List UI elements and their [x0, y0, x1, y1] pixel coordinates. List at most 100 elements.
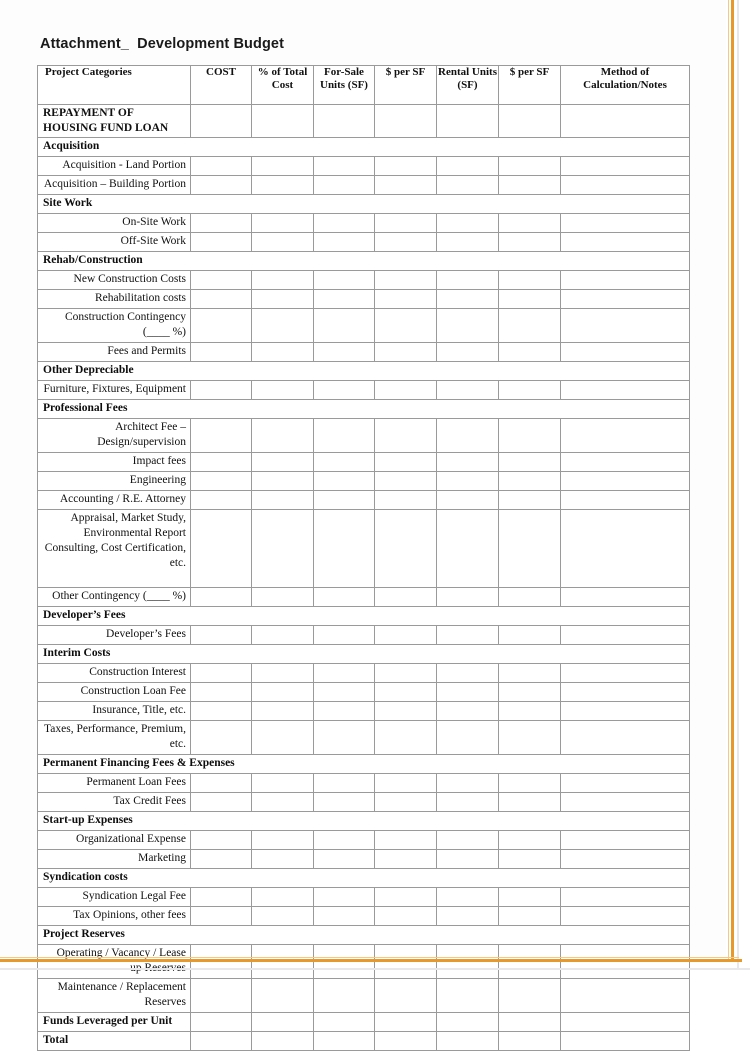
cell-method-of-calculation-notes[interactable] [560, 943, 690, 979]
cell-dollars-per-sf-for-sale[interactable] [374, 231, 437, 252]
cell-dollars-per-sf-rental[interactable] [498, 681, 561, 702]
cell-method-of-calculation-notes[interactable] [560, 470, 690, 491]
cell-dollars-per-sf-for-sale[interactable] [374, 379, 437, 400]
cell-rental-units-sf[interactable] [436, 719, 499, 755]
cell-dollars-per-sf-for-sale[interactable] [374, 1011, 437, 1032]
cell-rental-units-sf[interactable] [436, 470, 499, 491]
cell-percent-of-total-cost[interactable] [251, 772, 314, 793]
cell-for-sale-units-sf[interactable] [313, 489, 375, 510]
cell-dollars-per-sf-for-sale[interactable] [374, 662, 437, 683]
cell-for-sale-units-sf[interactable] [313, 341, 375, 362]
cell-percent-of-total-cost[interactable] [251, 977, 314, 1013]
cell-dollars-per-sf-for-sale[interactable] [374, 943, 437, 979]
cell-rental-units-sf[interactable] [436, 886, 499, 907]
cell-dollars-per-sf-for-sale[interactable] [374, 307, 437, 343]
cell-method-of-calculation-notes[interactable] [560, 977, 690, 1013]
cell-dollars-per-sf-rental[interactable] [498, 791, 561, 812]
cell-dollars-per-sf-for-sale[interactable] [374, 586, 437, 607]
cell-percent-of-total-cost[interactable] [251, 791, 314, 812]
cell-percent-of-total-cost[interactable] [251, 341, 314, 362]
cell-percent-of-total-cost[interactable] [251, 681, 314, 702]
cell-method-of-calculation-notes[interactable] [560, 905, 690, 926]
cell-cost[interactable] [190, 624, 252, 645]
cell-method-of-calculation-notes[interactable] [560, 681, 690, 702]
cell-method-of-calculation-notes[interactable] [560, 791, 690, 812]
cell-dollars-per-sf-for-sale[interactable] [374, 905, 437, 926]
cell-dollars-per-sf-for-sale[interactable] [374, 470, 437, 491]
cell-for-sale-units-sf[interactable] [313, 307, 375, 343]
cell-percent-of-total-cost[interactable] [251, 1030, 314, 1051]
cell-method-of-calculation-notes[interactable] [560, 719, 690, 755]
cell-percent-of-total-cost[interactable] [251, 104, 314, 138]
cell-method-of-calculation-notes[interactable] [560, 508, 690, 588]
cell-percent-of-total-cost[interactable] [251, 417, 314, 453]
cell-cost[interactable] [190, 269, 252, 290]
cell-percent-of-total-cost[interactable] [251, 379, 314, 400]
cell-cost[interactable] [190, 288, 252, 309]
cell-percent-of-total-cost[interactable] [251, 719, 314, 755]
cell-rental-units-sf[interactable] [436, 379, 499, 400]
cell-dollars-per-sf-rental[interactable] [498, 341, 561, 362]
cell-dollars-per-sf-for-sale[interactable] [374, 719, 437, 755]
cell-dollars-per-sf-rental[interactable] [498, 719, 561, 755]
cell-rental-units-sf[interactable] [436, 681, 499, 702]
cell-dollars-per-sf-for-sale[interactable] [374, 451, 437, 472]
cell-dollars-per-sf-rental[interactable] [498, 104, 561, 138]
cell-cost[interactable] [190, 379, 252, 400]
cell-dollars-per-sf-rental[interactable] [498, 662, 561, 683]
cell-rental-units-sf[interactable] [436, 212, 499, 233]
cell-percent-of-total-cost[interactable] [251, 886, 314, 907]
cell-dollars-per-sf-rental[interactable] [498, 1011, 561, 1032]
cell-cost[interactable] [190, 155, 252, 176]
cell-for-sale-units-sf[interactable] [313, 977, 375, 1013]
cell-rental-units-sf[interactable] [436, 508, 499, 588]
cell-rental-units-sf[interactable] [436, 155, 499, 176]
cell-rental-units-sf[interactable] [436, 307, 499, 343]
cell-for-sale-units-sf[interactable] [313, 155, 375, 176]
cell-for-sale-units-sf[interactable] [313, 212, 375, 233]
cell-method-of-calculation-notes[interactable] [560, 307, 690, 343]
cell-cost[interactable] [190, 848, 252, 869]
cell-dollars-per-sf-for-sale[interactable] [374, 624, 437, 645]
cell-for-sale-units-sf[interactable] [313, 943, 375, 979]
cell-dollars-per-sf-for-sale[interactable] [374, 489, 437, 510]
cell-for-sale-units-sf[interactable] [313, 586, 375, 607]
cell-rental-units-sf[interactable] [436, 700, 499, 721]
cell-percent-of-total-cost[interactable] [251, 508, 314, 588]
cell-for-sale-units-sf[interactable] [313, 508, 375, 588]
cell-percent-of-total-cost[interactable] [251, 269, 314, 290]
cell-percent-of-total-cost[interactable] [251, 905, 314, 926]
cell-cost[interactable] [190, 417, 252, 453]
cell-cost[interactable] [190, 829, 252, 850]
cell-dollars-per-sf-rental[interactable] [498, 212, 561, 233]
cell-for-sale-units-sf[interactable] [313, 1011, 375, 1032]
cell-dollars-per-sf-rental[interactable] [498, 379, 561, 400]
cell-method-of-calculation-notes[interactable] [560, 1030, 690, 1051]
cell-dollars-per-sf-for-sale[interactable] [374, 104, 437, 138]
cell-for-sale-units-sf[interactable] [313, 379, 375, 400]
cell-dollars-per-sf-rental[interactable] [498, 231, 561, 252]
cell-rental-units-sf[interactable] [436, 1030, 499, 1051]
cell-rental-units-sf[interactable] [436, 174, 499, 195]
cell-method-of-calculation-notes[interactable] [560, 700, 690, 721]
cell-dollars-per-sf-rental[interactable] [498, 417, 561, 453]
cell-cost[interactable] [190, 791, 252, 812]
cell-method-of-calculation-notes[interactable] [560, 212, 690, 233]
cell-method-of-calculation-notes[interactable] [560, 886, 690, 907]
cell-for-sale-units-sf[interactable] [313, 1030, 375, 1051]
cell-percent-of-total-cost[interactable] [251, 586, 314, 607]
cell-dollars-per-sf-for-sale[interactable] [374, 681, 437, 702]
cell-rental-units-sf[interactable] [436, 1011, 499, 1032]
cell-rental-units-sf[interactable] [436, 231, 499, 252]
cell-cost[interactable] [190, 681, 252, 702]
cell-method-of-calculation-notes[interactable] [560, 772, 690, 793]
cell-method-of-calculation-notes[interactable] [560, 174, 690, 195]
cell-dollars-per-sf-rental[interactable] [498, 155, 561, 176]
cell-percent-of-total-cost[interactable] [251, 829, 314, 850]
cell-method-of-calculation-notes[interactable] [560, 288, 690, 309]
cell-dollars-per-sf-for-sale[interactable] [374, 829, 437, 850]
cell-method-of-calculation-notes[interactable] [560, 848, 690, 869]
cell-dollars-per-sf-rental[interactable] [498, 489, 561, 510]
cell-dollars-per-sf-rental[interactable] [498, 700, 561, 721]
cell-cost[interactable] [190, 489, 252, 510]
